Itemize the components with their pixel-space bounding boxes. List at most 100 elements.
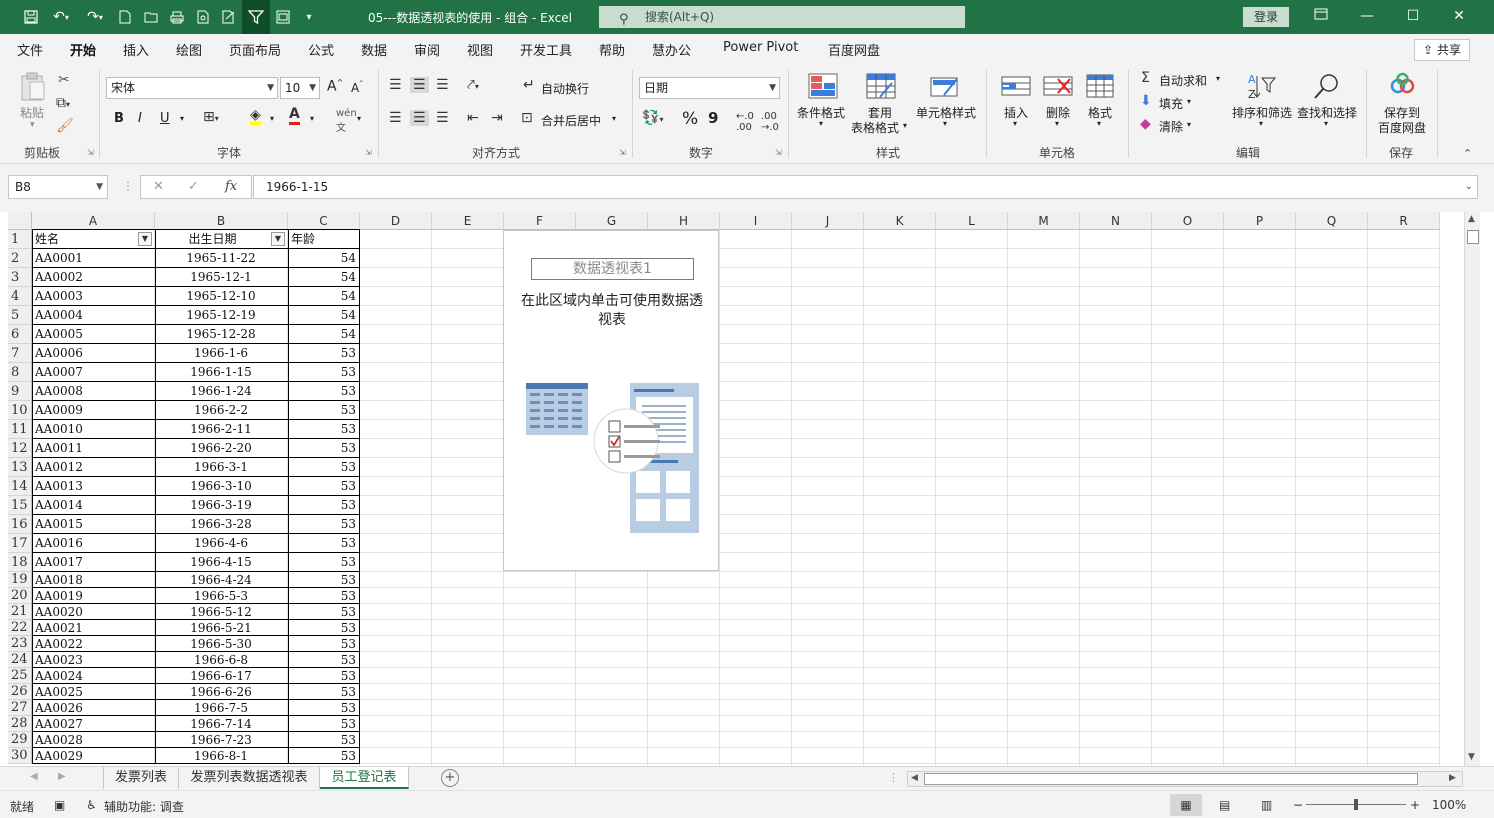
- table-cell[interactable]: 1965-12-19: [155, 306, 287, 325]
- tab-home[interactable]: 开始: [70, 40, 97, 65]
- table-cell[interactable]: 53: [288, 588, 359, 604]
- column-header[interactable]: E: [432, 212, 504, 230]
- clear-icon[interactable]: ◆: [1140, 116, 1151, 132]
- column-header[interactable]: O: [1152, 212, 1224, 230]
- row-header[interactable]: 7: [8, 344, 32, 363]
- row-header[interactable]: 19: [8, 572, 32, 588]
- table-cell[interactable]: 53: [288, 636, 359, 652]
- add-sheet-icon[interactable]: +: [441, 769, 459, 787]
- table-cell[interactable]: AA0022: [32, 636, 154, 652]
- sheet-scroll-right-icon[interactable]: ▶: [58, 771, 66, 782]
- table-cell[interactable]: AA0026: [32, 700, 154, 716]
- font-size-select[interactable]: 10 ▼: [280, 77, 320, 99]
- sheet-scroll-left-icon[interactable]: ◀: [30, 771, 38, 782]
- fill-button[interactable]: 填充: [1159, 95, 1183, 112]
- table-cell[interactable]: AA0028: [32, 732, 154, 748]
- table-cell[interactable]: 1965-12-1: [155, 268, 287, 287]
- normal-view-icon[interactable]: ▦: [1170, 794, 1202, 816]
- row-header[interactable]: 1: [8, 230, 32, 249]
- row-header[interactable]: 11: [8, 420, 32, 439]
- share-button[interactable]: ⇪ 共享: [1414, 39, 1470, 61]
- scroll-up-icon[interactable]: ▲: [1468, 214, 1475, 224]
- formula-input[interactable]: 1966-1-15 ⌄: [253, 175, 1478, 199]
- login-button[interactable]: 登录: [1243, 7, 1289, 27]
- maximize-icon[interactable]: ☐: [1390, 0, 1436, 34]
- row-header[interactable]: 9: [8, 382, 32, 401]
- collapse-ribbon-icon[interactable]: ⌃: [1463, 147, 1472, 160]
- cancel-icon[interactable]: ✕: [153, 179, 164, 194]
- table-cell[interactable]: AA0007: [32, 363, 154, 382]
- tab-baidu-netdisk[interactable]: 百度网盘: [828, 40, 880, 59]
- table-cell[interactable]: 1966-3-1: [155, 458, 287, 477]
- tab-file[interactable]: 文件: [17, 40, 43, 59]
- open-folder-icon[interactable]: [138, 6, 164, 28]
- column-header[interactable]: P: [1224, 212, 1296, 230]
- table-cell[interactable]: 1966-1-15: [155, 363, 287, 382]
- table-cell[interactable]: 1965-12-10: [155, 287, 287, 306]
- autosum-icon[interactable]: Σ: [1141, 70, 1150, 86]
- table-cell[interactable]: 1966-7-14: [155, 716, 287, 732]
- copy-icon[interactable]: ⧉▾: [56, 95, 70, 111]
- tab-view[interactable]: 视图: [467, 40, 493, 59]
- filter-dropdown-icon[interactable]: ▼: [271, 232, 285, 246]
- align-right-icon[interactable]: ☰: [436, 110, 449, 126]
- tab-formulas[interactable]: 公式: [308, 40, 334, 59]
- table-cell[interactable]: 54: [288, 306, 359, 325]
- table-cell[interactable]: 1966-5-30: [155, 636, 287, 652]
- align-middle-icon[interactable]: ☰: [410, 77, 429, 93]
- pivot-table-placeholder[interactable]: 数据透视表1 在此区域内单击可使用数据透 视表: [503, 230, 719, 571]
- row-header[interactable]: 14: [8, 477, 32, 496]
- row-header[interactable]: 5: [8, 306, 32, 325]
- paste-label[interactable]: 粘贴: [20, 104, 44, 121]
- macro-record-icon[interactable]: ▣: [54, 798, 65, 812]
- row-header[interactable]: 27: [8, 700, 32, 716]
- table-cell[interactable]: AA0003: [32, 287, 154, 306]
- table-cell[interactable]: AA0020: [32, 604, 154, 620]
- comma-button[interactable]: 9: [708, 109, 718, 127]
- cell-styles-icon[interactable]: [930, 73, 960, 99]
- ribbon-display-icon[interactable]: [1298, 0, 1344, 34]
- alignment-launcher-icon[interactable]: ⇲: [619, 148, 626, 157]
- horizontal-scroll-thumb[interactable]: [924, 773, 1418, 785]
- search-box[interactable]: ⚲ 搜索(Alt+Q): [599, 6, 965, 28]
- table-cell[interactable]: 1966-6-8: [155, 652, 287, 668]
- column-header[interactable]: Q: [1296, 212, 1368, 230]
- table-cell[interactable]: 53: [288, 344, 359, 363]
- number-launcher-icon[interactable]: ⇲: [775, 148, 782, 157]
- undo-icon[interactable]: ↶ ▾: [44, 6, 78, 28]
- increase-decimal-icon[interactable]: ←.0.00: [736, 111, 754, 133]
- font-color-icon[interactable]: A: [289, 107, 300, 125]
- row-header[interactable]: 25: [8, 668, 32, 684]
- table-cell[interactable]: AA0014: [32, 496, 154, 515]
- table-cell[interactable]: AA0002: [32, 268, 154, 287]
- row-header[interactable]: 20: [8, 588, 32, 604]
- accessibility-icon[interactable]: ♿: [86, 798, 97, 812]
- row-header[interactable]: 28: [8, 716, 32, 732]
- table-cell[interactable]: AA0008: [32, 382, 154, 401]
- table-cell[interactable]: AA0021: [32, 620, 154, 636]
- paste-dropdown-icon[interactable]: ▾: [30, 120, 35, 130]
- table-cell[interactable]: 1966-4-24: [155, 572, 287, 588]
- table-cell[interactable]: 53: [288, 732, 359, 748]
- fill-dropdown-icon[interactable]: ▾: [1187, 97, 1191, 106]
- table-cell[interactable]: 53: [288, 496, 359, 515]
- table-cell[interactable]: 1966-2-20: [155, 439, 287, 458]
- table-cell[interactable]: 1966-5-3: [155, 588, 287, 604]
- column-header[interactable]: H: [648, 212, 720, 230]
- table-cell[interactable]: 1966-7-5: [155, 700, 287, 716]
- bold-button[interactable]: B: [114, 111, 124, 126]
- table-cell[interactable]: 53: [288, 700, 359, 716]
- merge-center-button[interactable]: 合并后居中: [541, 112, 601, 129]
- fill-icon[interactable]: ⬇: [1140, 93, 1152, 109]
- print-icon[interactable]: [164, 6, 190, 28]
- delete-cells-icon[interactable]: [1043, 73, 1073, 99]
- column-header[interactable]: C: [288, 212, 360, 230]
- form-icon[interactable]: [216, 6, 242, 28]
- vertical-scroll-thumb[interactable]: [1467, 230, 1479, 244]
- table-cell[interactable]: AA0018: [32, 572, 154, 588]
- wrap-text-button[interactable]: 自动换行: [541, 80, 589, 97]
- table-cell[interactable]: 1965-11-22: [155, 249, 287, 268]
- currency-icon[interactable]: 💱▾: [642, 110, 663, 126]
- sheet-tab-invoice-list[interactable]: 发票列表: [103, 767, 179, 789]
- table-cell[interactable]: AA0013: [32, 477, 154, 496]
